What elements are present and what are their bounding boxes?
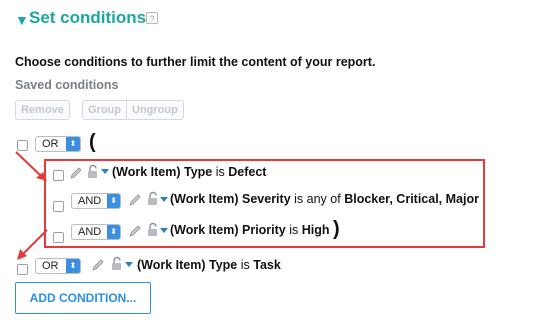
remove-button[interactable]: Remove xyxy=(15,100,70,120)
condition-text: (Work Item) Severity is any of Blocker, … xyxy=(170,192,479,206)
ungroup-button[interactable]: Ungroup xyxy=(126,101,183,119)
lock-icon[interactable] xyxy=(86,164,100,180)
add-condition-button[interactable]: ADD CONDITION... xyxy=(15,282,151,314)
saved-conditions-label: Saved conditions xyxy=(15,78,119,92)
select-arrows-icon: ⬍ xyxy=(66,259,80,273)
lock-icon[interactable] xyxy=(110,256,124,272)
condition-operator-select[interactable]: AND ⬍ xyxy=(71,193,121,209)
close-paren: ) xyxy=(333,218,340,240)
condition-checkbox[interactable] xyxy=(53,201,64,212)
pencil-icon[interactable] xyxy=(91,258,105,272)
chevron-down-icon[interactable] xyxy=(160,197,168,203)
intro-text: Choose conditions to further limit the c… xyxy=(15,55,376,69)
condition-text: (Work Item) Type is Task xyxy=(137,258,281,272)
help-icon[interactable]: ? xyxy=(146,12,158,24)
condition-checkbox[interactable] xyxy=(53,170,64,181)
chevron-down-icon[interactable] xyxy=(160,228,168,234)
operator-value: OR xyxy=(42,260,59,272)
group-ungroup-buttons: Group Ungroup xyxy=(82,100,184,120)
chevron-down-icon[interactable] xyxy=(125,262,133,268)
group-operator-value: OR xyxy=(42,138,59,150)
lock-icon[interactable] xyxy=(146,222,160,238)
select-arrows-icon: ⬍ xyxy=(107,225,120,239)
condition-operator-select[interactable]: OR ⬍ xyxy=(35,258,81,274)
condition-text: (Work Item) Type is Defect xyxy=(112,165,267,179)
open-paren: ( xyxy=(89,131,96,153)
condition-checkbox[interactable] xyxy=(53,232,64,243)
operator-value: AND xyxy=(78,226,102,238)
condition-operator-select[interactable]: AND ⬍ xyxy=(71,224,121,240)
collapse-caret-icon[interactable]: ▼ xyxy=(15,12,29,28)
condition-text: (Work Item) Priority is High xyxy=(170,223,330,237)
select-arrows-icon: ⬍ xyxy=(107,194,120,208)
lock-icon[interactable] xyxy=(146,191,160,207)
pencil-icon[interactable] xyxy=(128,193,142,207)
condition-checkbox[interactable] xyxy=(17,264,28,275)
operator-value: AND xyxy=(78,195,102,207)
pencil-icon[interactable] xyxy=(69,166,83,180)
section-title: Set conditions xyxy=(29,8,147,27)
select-arrows-icon: ⬍ xyxy=(66,137,80,151)
group-button[interactable]: Group xyxy=(83,101,126,119)
chevron-down-icon[interactable] xyxy=(101,169,109,175)
pencil-icon[interactable] xyxy=(128,224,142,238)
